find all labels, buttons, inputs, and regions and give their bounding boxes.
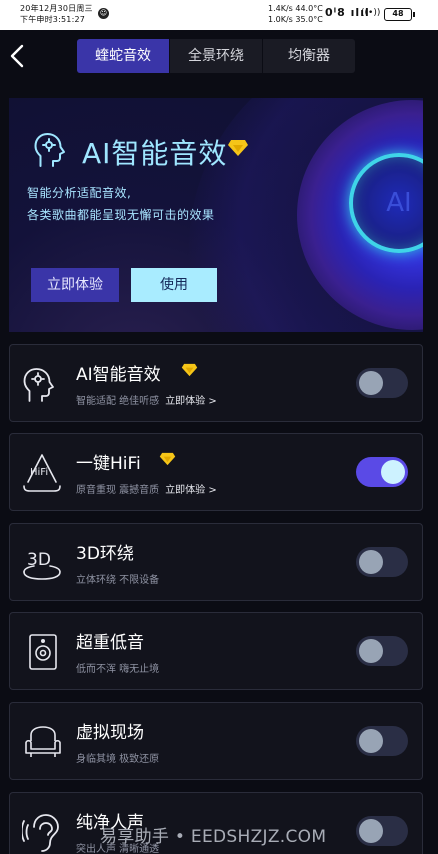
toggle-knob (359, 639, 383, 663)
status-date: 20年12月30日周三 (20, 4, 93, 13)
wifi-icon: ((•)) (361, 8, 381, 18)
super-bass-toggle[interactable] (356, 636, 408, 666)
ai-ring-graphic: AI (349, 153, 423, 253)
speed-up: 1.4K/s 44.0°C (268, 4, 323, 13)
pure-vocal-toggle[interactable] (356, 816, 408, 846)
card-title: AI智能音效 (76, 365, 161, 385)
effect-card-ai: AI智能音效 智能适配 绝佳听感 立即体验 > (9, 344, 423, 422)
tab-equalizer[interactable]: 均衡器 (263, 39, 355, 73)
armchair-icon (22, 721, 62, 763)
effect-card-hifi: HiFi 一键HiFi 原音重现 震撼音质 立即体验 > (9, 433, 423, 511)
card-subtitle-text: 原音重现 震撼音质 (76, 485, 160, 496)
card-title: 虚拟现场 (76, 723, 144, 743)
ai-head-icon (31, 130, 71, 170)
try-now-button[interactable]: 立即体验 (31, 268, 119, 302)
effect-card-3d: 3D 3D环绕 立体环绕 不限设备 (9, 523, 423, 601)
vip-diamond-icon (181, 362, 198, 377)
3d-icon: 3D (22, 542, 62, 584)
hifi-icon-label: HiFi (30, 467, 49, 478)
banner-title: AI智能音效 (82, 137, 228, 170)
banner-desc-line1: 智能分析适配音效, (27, 186, 132, 200)
ai-ring-label: AI (386, 188, 412, 218)
virtual-live-toggle[interactable] (356, 726, 408, 756)
battery-icon: 48 (384, 8, 415, 21)
tab-panoramic-surround[interactable]: 全景环绕 (170, 39, 263, 73)
card-title: 一键HiFi (76, 454, 141, 474)
3d-surround-toggle[interactable] (356, 547, 408, 577)
card-subtitle: 智能适配 绝佳听感 立即体验 > (76, 392, 217, 407)
ear-icon (20, 811, 62, 853)
effect-card-virtual-live: 虚拟现场 身临其境 极致还原 (9, 702, 423, 780)
network-speed: 1.4K/s 44.0°C 1.0K/s 35.0°C (268, 3, 323, 25)
vip-diamond-icon (159, 451, 176, 466)
status-bar: 20年12月30日周三 下午申时3:51:27 ☺ 1.4K/s 44.0°C … (0, 0, 438, 30)
banner-desc-line2: 各类歌曲都能呈现无懈可击的效果 (27, 208, 215, 222)
effect-card-bass: 超重低音 低而不浑 嗨无止境 (9, 612, 423, 690)
watermark: 易享助手 • EEDSHZJZ.COM (100, 827, 327, 847)
toggle-knob (359, 729, 383, 753)
toggle-knob (381, 460, 405, 484)
card-subtitle-text: 智能适配 绝佳听感 (76, 396, 160, 407)
back-arrow-icon[interactable] (8, 44, 26, 68)
3d-icon-label: 3D (27, 550, 51, 570)
card-subtitle: 原音重现 震撼音质 立即体验 > (76, 481, 217, 496)
toggle-knob (359, 819, 383, 843)
try-now-link[interactable]: 立即体验 > (165, 485, 217, 496)
card-subtitle: 立体环绕 不限设备 (76, 575, 160, 586)
toggle-knob (359, 550, 383, 574)
effect-tabs: 蝰蛇音效 全景环绕 均衡器 (77, 39, 355, 73)
hifi-icon: HiFi (22, 452, 62, 494)
ai-effect-banner: AI AI智能音效 智能分析适配音效, 各类歌曲都能呈现无懈可击的效果 立即体验… (9, 98, 423, 332)
card-title: 超重低音 (76, 633, 144, 653)
banner-description: 智能分析适配音效, 各类歌曲都能呈现无懈可击的效果 (27, 182, 215, 226)
speaker-icon (22, 631, 62, 673)
ai-head-icon (22, 363, 62, 405)
try-now-link[interactable]: 立即体验 > (165, 396, 217, 407)
card-subtitle: 低而不浑 嗨无止境 (76, 664, 160, 675)
notification-icon: ☺ (98, 8, 109, 19)
vip-diamond-icon (227, 139, 249, 157)
hifi-toggle[interactable] (356, 457, 408, 487)
toggle-knob (359, 371, 383, 395)
tab-viper-effects[interactable]: 蝰蛇音效 (77, 39, 170, 73)
top-navbar: 蝰蛇音效 全景环绕 均衡器 (0, 30, 438, 82)
speed-down: 1.0K/s 35.0°C (268, 15, 323, 24)
use-button[interactable]: 使用 (131, 268, 217, 302)
status-time: 下午申时3:51:27 (20, 15, 86, 24)
ai-effect-toggle[interactable] (356, 368, 408, 398)
card-title: 3D环绕 (76, 544, 134, 564)
card-subtitle: 身临其境 极致还原 (76, 754, 160, 765)
status-datetime: 20年12月30日周三 下午申时3:51:27 (20, 3, 93, 25)
